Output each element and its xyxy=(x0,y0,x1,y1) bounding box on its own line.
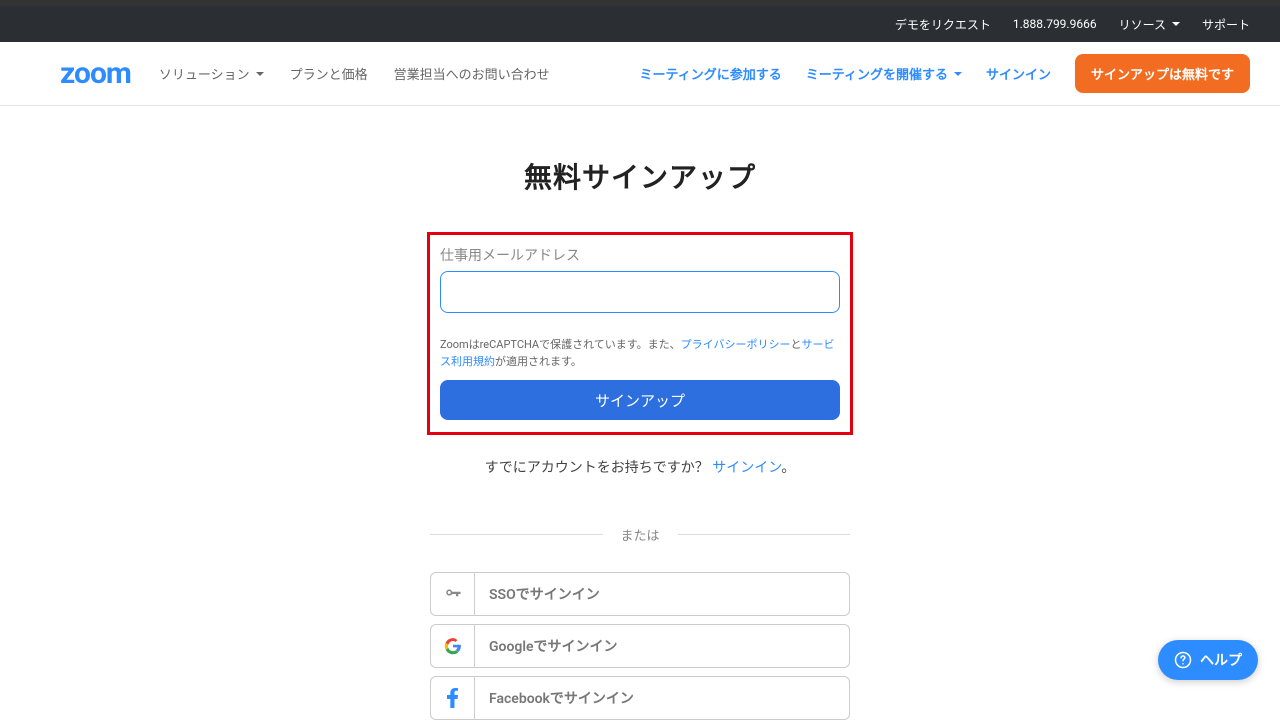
legal-text: ZoomはreCAPTCHAで保護されています。また、プライバシーポリシーとサー… xyxy=(440,337,840,370)
resources-menu[interactable]: リソース xyxy=(1119,16,1180,33)
nav-contact-sales[interactable]: 営業担当へのお問い合わせ xyxy=(394,64,550,83)
help-icon xyxy=(1174,651,1192,669)
nav-sign-in[interactable]: サインイン xyxy=(986,64,1051,83)
email-label: 仕事用メールアドレス xyxy=(440,245,840,265)
nav-solutions[interactable]: ソリューション xyxy=(159,64,264,83)
signup-free-button[interactable]: サインアップは無料です xyxy=(1075,54,1250,93)
page-title: 無料サインアップ xyxy=(0,156,1280,196)
utility-top-bar: デモをリクエスト 1.888.799.9666 リソース サポート xyxy=(0,6,1280,42)
privacy-policy-link[interactable]: プライバシーポリシー xyxy=(681,338,791,351)
key-icon xyxy=(431,573,475,615)
chevron-down-icon xyxy=(1172,22,1180,26)
chevron-down-icon xyxy=(256,72,264,76)
signup-form-highlight: 仕事用メールアドレス ZoomはreCAPTCHAで保護されています。また、プラ… xyxy=(427,232,853,435)
phone-number[interactable]: 1.888.799.9666 xyxy=(1013,17,1097,31)
google-signin-button[interactable]: Googleでサインイン xyxy=(430,624,850,668)
nav-host-meeting[interactable]: ミーティングを開催する xyxy=(806,64,962,83)
chevron-down-icon xyxy=(954,72,962,76)
email-input[interactable] xyxy=(440,271,840,313)
google-icon xyxy=(431,625,475,667)
signup-button[interactable]: サインアップ xyxy=(440,380,840,420)
main-nav: zoom ソリューション プランと価格 営業担当へのお問い合わせ ミーティングに… xyxy=(0,42,1280,106)
divider: または xyxy=(430,525,850,544)
support-link[interactable]: サポート xyxy=(1202,16,1250,33)
already-have-account: すでにアカウントをお持ちですか？ サインイン。 xyxy=(430,457,850,477)
nav-join-meeting[interactable]: ミーティングに参加する xyxy=(640,64,782,83)
nav-plans-pricing[interactable]: プランと価格 xyxy=(290,64,368,83)
request-demo-link[interactable]: デモをリクエスト xyxy=(895,16,991,33)
facebook-icon xyxy=(431,677,475,719)
divider-label: または xyxy=(603,525,678,544)
zoom-logo[interactable]: zoom xyxy=(60,56,131,91)
sign-in-link[interactable]: サインイン xyxy=(712,460,781,476)
sso-signin-button[interactable]: SSOでサインイン xyxy=(430,572,850,616)
facebook-signin-button[interactable]: Facebookでサインイン xyxy=(430,676,850,720)
help-button[interactable]: ヘルプ xyxy=(1158,640,1258,680)
